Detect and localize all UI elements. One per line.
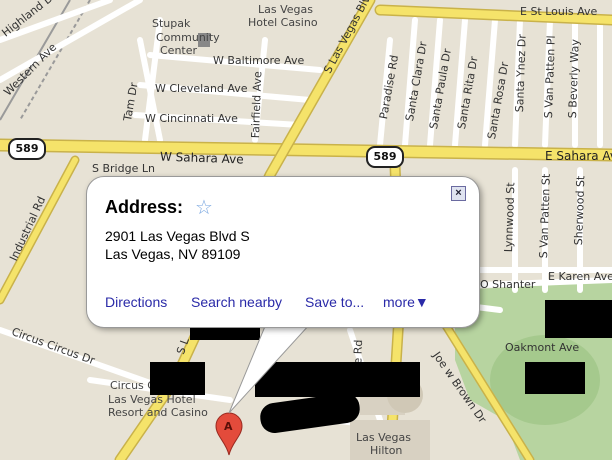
highway-shield-589-east: 589 bbox=[366, 146, 404, 168]
label-w-sahara-ave: W Sahara Ave bbox=[159, 149, 244, 167]
label-fairfield-ave: Fairfield Ave bbox=[249, 70, 265, 139]
redacted-region bbox=[150, 362, 205, 395]
poi-hilton-2: Hilton bbox=[370, 444, 403, 457]
label-w-baltimore-ave: W Baltimore Ave bbox=[213, 54, 305, 67]
label-w-cleveland-ave: W Cleveland Ave bbox=[155, 82, 248, 95]
poi-stupak-2: Community bbox=[156, 31, 220, 44]
label-w-cincinnati-ave: W Cincinnati Ave bbox=[145, 112, 238, 125]
label-santa-ynez-dr: Santa Ynez Dr bbox=[513, 34, 529, 113]
close-icon[interactable]: × bbox=[451, 186, 466, 201]
label-lynnwood-st: Lynnwood St bbox=[502, 182, 518, 253]
label-e-sahara-ave: E Sahara Ave bbox=[545, 149, 612, 163]
popup-title: Address: bbox=[105, 197, 184, 217]
redacted-region bbox=[545, 300, 612, 338]
label-oakmont-ave: Oakmont Ave bbox=[505, 341, 580, 354]
label-e-st-louis-ave: E St Louis Ave bbox=[520, 5, 598, 18]
address-line-1: 2901 Las Vegas Blvd S bbox=[105, 228, 250, 244]
redacted-region bbox=[190, 326, 260, 340]
highway-shield-589-west: 589 bbox=[8, 138, 46, 160]
label-s-van-patten-st: S Van Patten St bbox=[537, 173, 553, 259]
label-s-bridge-ln: S Bridge Ln bbox=[92, 162, 155, 175]
label-sherwood-st: Sherwood St bbox=[572, 175, 588, 246]
poi-hilton-1: Las Vegas bbox=[356, 431, 411, 444]
info-window: Address: ☆ × 2901 Las Vegas Blvd S Las V… bbox=[86, 176, 480, 328]
address-line-2: Las Vegas, NV 89109 bbox=[105, 246, 241, 262]
star-icon[interactable]: ☆ bbox=[195, 195, 213, 220]
marker-label[interactable]: A bbox=[224, 421, 233, 432]
poi-circus-3: Resort and Casino bbox=[108, 406, 208, 419]
label-s-beverly-way: S Beverly Way bbox=[566, 38, 582, 119]
save-to-link[interactable]: Save to... bbox=[305, 294, 364, 310]
poi-circus-2: Las Vegas Hotel bbox=[108, 393, 196, 406]
poi-lv-hotel-2: Hotel Casino bbox=[248, 16, 318, 29]
directions-link[interactable]: Directions bbox=[105, 294, 167, 310]
search-nearby-link[interactable]: Search nearby bbox=[191, 294, 282, 310]
label-o-shanter: O Shanter bbox=[480, 278, 536, 291]
poi-stupak-3: Center bbox=[160, 44, 198, 57]
more-link[interactable]: more▼ bbox=[383, 294, 429, 310]
poi-lv-hotel-1: Las Vegas bbox=[258, 3, 313, 16]
redacted-region bbox=[255, 362, 420, 397]
label-e-karen-ave: E Karen Ave bbox=[548, 270, 612, 283]
poi-circus-1: Circus C bbox=[110, 379, 155, 392]
poi-stupak-1: Stupak bbox=[152, 17, 191, 30]
redacted-region bbox=[525, 362, 585, 394]
label-s-van-patten-pl: S Van Patten Pl bbox=[542, 35, 558, 119]
